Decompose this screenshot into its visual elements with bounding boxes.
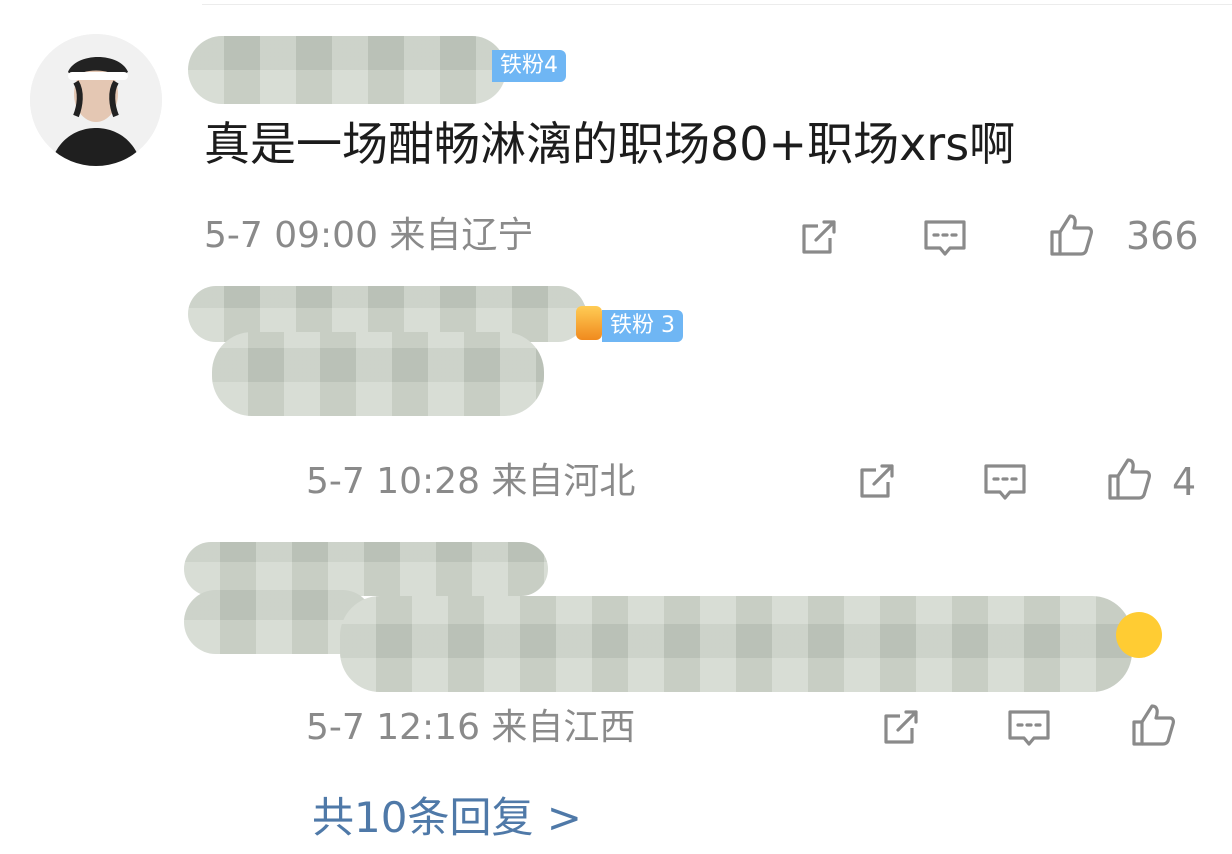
avatar[interactable] — [30, 34, 162, 166]
share-button[interactable] — [876, 702, 926, 752]
share-icon — [860, 464, 894, 498]
share-icon — [802, 220, 836, 254]
reply-button[interactable] — [920, 212, 970, 262]
laughing-emoji-icon — [1116, 612, 1162, 658]
like-button[interactable] — [1128, 700, 1178, 750]
reply-text-blurred — [212, 332, 544, 416]
reply-author-blurred[interactable] — [184, 542, 548, 596]
share-button[interactable] — [852, 456, 902, 506]
comment-thread: 铁粉4 真是一场酣畅淋漓的职场80+职场xrs啊 5-7 09:00 来自辽宁 … — [0, 0, 1232, 854]
like-count: 4 — [1172, 460, 1197, 504]
comment-meta: 5-7 09:00 来自辽宁 — [204, 215, 534, 256]
reply-meta: 5-7 12:16 来自江西 — [306, 707, 636, 748]
comment-icon — [984, 464, 1026, 500]
username-blurred[interactable] — [188, 36, 506, 104]
view-replies-link[interactable]: 共10条回复 > — [312, 792, 582, 844]
divider — [202, 4, 1232, 5]
share-button[interactable] — [794, 212, 844, 262]
reply-text-blurred — [340, 596, 1132, 692]
reply-meta: 5-7 10:28 来自河北 — [306, 461, 636, 502]
like-count: 366 — [1126, 214, 1199, 258]
reply-button[interactable] — [1004, 702, 1054, 752]
fan-badge: 铁粉4 — [492, 50, 566, 82]
comment-icon — [1008, 710, 1050, 746]
comment-text: 真是一场酣畅淋漓的职场80+职场xrs啊 — [204, 117, 1016, 171]
fan-badge: 铁粉 3 — [602, 310, 683, 342]
thumbs-up-icon — [1050, 214, 1093, 256]
reply-button[interactable] — [980, 456, 1030, 506]
trophy-icon — [576, 306, 602, 340]
like-button[interactable] — [1046, 210, 1096, 260]
comment-icon — [924, 220, 966, 256]
share-icon — [884, 710, 918, 744]
thumbs-up-icon — [1108, 458, 1151, 500]
like-button[interactable] — [1104, 454, 1154, 504]
thumbs-up-icon — [1132, 704, 1175, 746]
